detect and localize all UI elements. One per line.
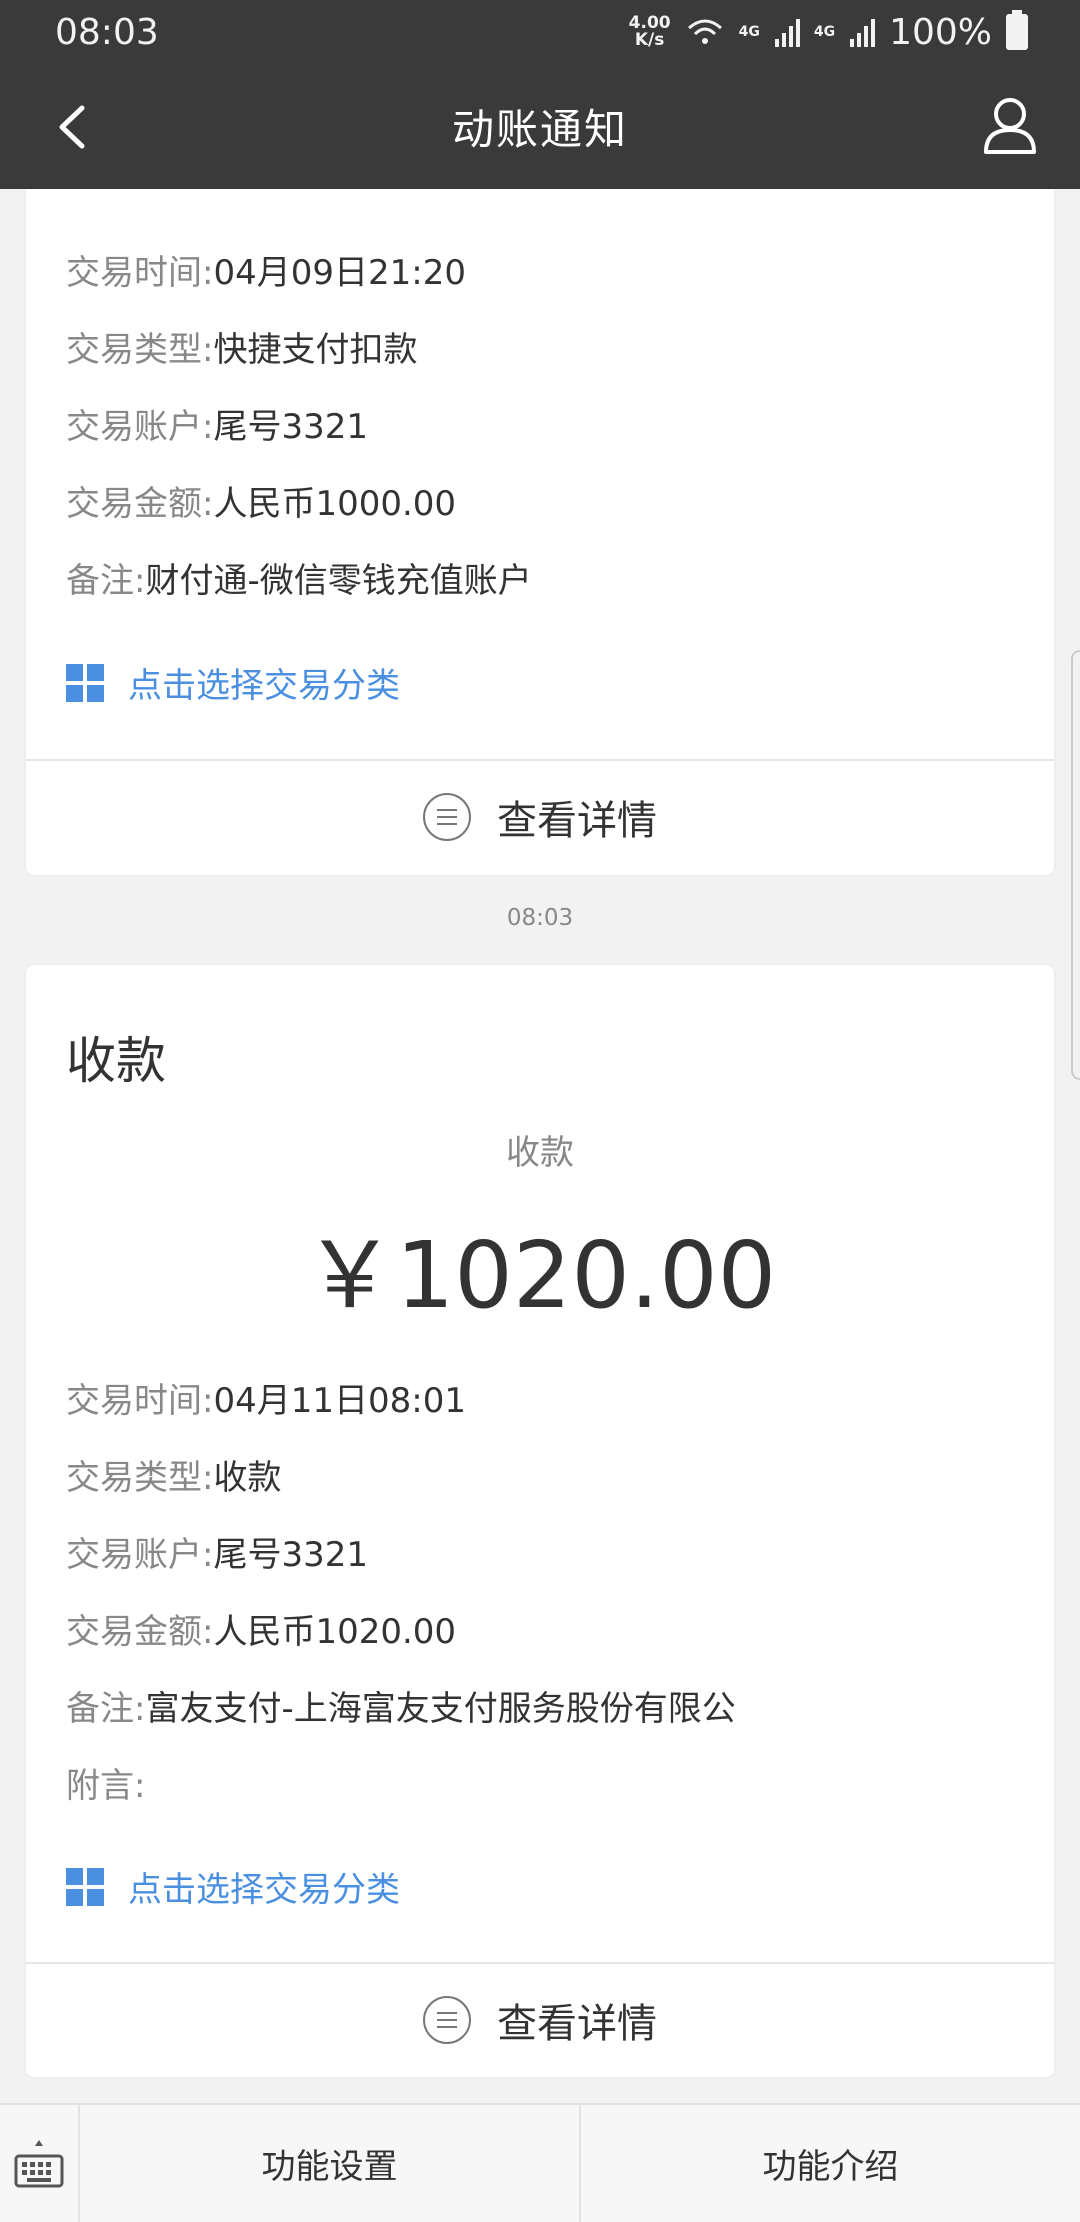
grid-icon xyxy=(66,663,104,702)
status-bar: 08:03 4.00 K/s 4G 4G 100% xyxy=(0,0,1080,64)
back-arrow-icon[interactable] xyxy=(48,94,108,160)
list-circle-icon xyxy=(423,793,471,841)
net-speed: 4.00 K/s xyxy=(628,13,671,50)
transaction-card-1: 交易时间:04月09日21:20 交易类型:快捷支付扣款 交易账户:尾号3321… xyxy=(26,189,1054,875)
keyboard-toggle-button[interactable] xyxy=(0,2105,80,2222)
view-details-button[interactable]: 查看详情 xyxy=(26,1964,1054,2076)
classify-button[interactable]: 点击选择交易分类 xyxy=(66,1862,400,1911)
side-scroll-handle[interactable] xyxy=(1071,650,1080,1080)
list-circle-icon xyxy=(423,1996,471,2044)
classify-button[interactable]: 点击选择交易分类 xyxy=(66,658,400,707)
view-details-label: 查看详情 xyxy=(497,2001,657,2047)
info-row: 交易金额:人民币1020.00 xyxy=(66,1612,457,1652)
status-time: 08:03 xyxy=(55,11,159,53)
grid-icon xyxy=(66,1867,104,1906)
info-row: 交易金额:人民币1000.00 xyxy=(66,484,457,524)
info-row: 交易类型:快捷支付扣款 xyxy=(66,330,418,370)
tab-feature-settings[interactable]: 功能设置 xyxy=(80,2105,579,2222)
transaction-card-2: 收款 收款 ￥1020.00 交易时间:04月11日08:01 交易类型:收款 … xyxy=(26,965,1054,2077)
info-row: 备注:富友支付-上海富友支付服务股份有限公 xyxy=(66,1689,736,1729)
info-row: 交易时间:04月09日21:20 xyxy=(66,253,466,293)
bottom-menu-bar: 功能设置 功能介绍 xyxy=(0,2103,1080,2222)
status-icons: 4.00 K/s 4G 4G 100% xyxy=(628,10,1028,53)
signal-icon xyxy=(774,19,800,47)
nav-bar: 动账通知 xyxy=(0,64,1080,189)
classify-label: 点击选择交易分类 xyxy=(128,666,400,706)
keyboard-icon xyxy=(14,2139,64,2187)
info-row: 交易类型:收款 xyxy=(66,1458,282,1498)
network-type-2: 4G xyxy=(813,24,836,40)
page-title: 动账通知 xyxy=(451,105,628,154)
battery-percent: 100% xyxy=(889,11,992,53)
view-details-button[interactable]: 查看详情 xyxy=(26,761,1054,873)
info-row: 交易账户:尾号3321 xyxy=(66,1535,368,1575)
battery-icon xyxy=(1006,10,1028,50)
view-details-label: 查看详情 xyxy=(497,798,657,844)
network-type: 4G xyxy=(738,24,760,40)
amount-value: ￥1020.00 xyxy=(303,1222,777,1329)
info-row: 交易时间:04月11日08:01 xyxy=(66,1381,466,1421)
tab-feature-intro[interactable]: 功能介绍 xyxy=(579,2105,1080,2222)
card-title: 收款 xyxy=(66,1032,166,1090)
info-row: 备注:财付通-微信零钱充值账户 xyxy=(66,561,532,601)
signal-icon-2 xyxy=(850,19,876,47)
user-icon[interactable] xyxy=(980,92,1040,158)
classify-label: 点击选择交易分类 xyxy=(128,1870,400,1910)
message-timestamp: 08:03 xyxy=(506,905,574,931)
wifi-icon xyxy=(687,19,722,44)
amount-label: 收款 xyxy=(506,1133,574,1173)
info-row: 附言: xyxy=(66,1766,146,1806)
info-row: 交易账户:尾号3321 xyxy=(66,407,368,447)
